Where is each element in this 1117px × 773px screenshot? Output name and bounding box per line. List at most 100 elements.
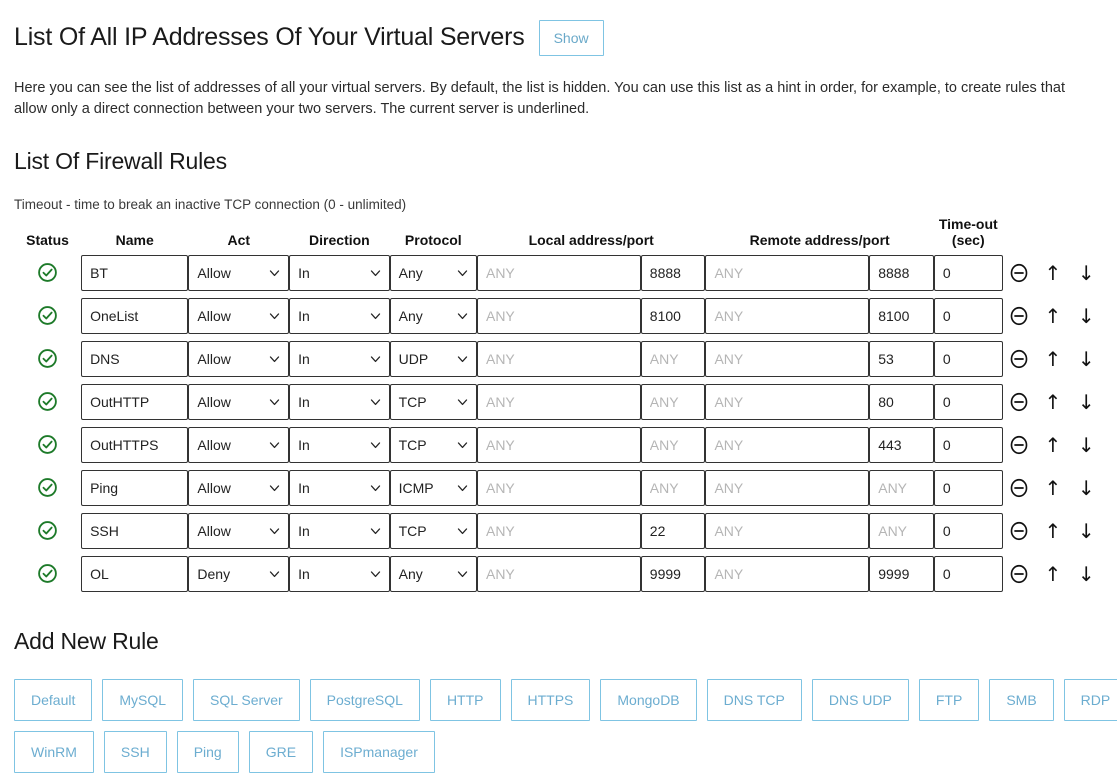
rule-direction-select[interactable]: In — [289, 297, 390, 334]
rule-remote-port-input[interactable] — [869, 469, 934, 506]
check-circle-icon[interactable] — [14, 477, 81, 498]
check-circle-icon[interactable] — [14, 520, 81, 541]
rule-remote-address-input[interactable] — [705, 426, 870, 463]
rule-name-input[interactable] — [81, 297, 189, 334]
rule-direction-select[interactable]: In — [289, 469, 390, 506]
rule-protocol-select[interactable]: ICMP — [389, 469, 477, 506]
preset-rule-button[interactable]: Default — [14, 678, 93, 721]
rule-remote-address-input[interactable] — [705, 512, 870, 549]
rule-direction-select[interactable]: In — [289, 555, 390, 592]
arrow-up-icon[interactable]: ↑ — [1036, 434, 1069, 456]
rule-timeout-input[interactable] — [933, 512, 1003, 549]
minus-circle-icon[interactable] — [1003, 391, 1037, 413]
rule-remote-address-input[interactable] — [705, 383, 870, 420]
rule-local-address-input[interactable] — [476, 340, 641, 377]
arrow-down-icon[interactable]: ↓ — [1070, 348, 1103, 370]
check-circle-icon[interactable] — [14, 391, 81, 412]
rule-name-input[interactable] — [81, 512, 189, 549]
rule-local-address-input[interactable] — [476, 512, 641, 549]
arrow-down-icon[interactable]: ↓ — [1070, 391, 1103, 413]
rule-act-select[interactable]: Allow — [188, 340, 290, 377]
preset-rule-button[interactable]: WinRM — [14, 730, 94, 773]
rule-protocol-select[interactable]: UDP — [389, 340, 477, 377]
arrow-up-icon[interactable]: ↑ — [1036, 520, 1069, 542]
rule-timeout-input[interactable] — [933, 254, 1003, 291]
preset-rule-button[interactable]: PostgreSQL — [309, 678, 420, 721]
preset-rule-button[interactable]: MySQL — [102, 678, 184, 721]
rule-direction-select[interactable]: In — [289, 426, 390, 463]
preset-rule-button[interactable]: HTTP — [429, 678, 501, 721]
arrow-down-icon[interactable]: ↓ — [1070, 477, 1103, 499]
rule-local-port-input[interactable] — [640, 340, 706, 377]
minus-circle-icon[interactable] — [1003, 434, 1037, 456]
rule-direction-select[interactable]: In — [289, 340, 390, 377]
rule-name-input[interactable] — [81, 340, 189, 377]
rule-local-address-input[interactable] — [476, 254, 641, 291]
rule-local-port-input[interactable] — [640, 426, 706, 463]
rule-direction-select[interactable]: In — [289, 383, 390, 420]
check-circle-icon[interactable] — [14, 563, 81, 584]
rule-local-port-input[interactable] — [640, 254, 706, 291]
arrow-down-icon[interactable]: ↓ — [1070, 305, 1103, 327]
rule-remote-address-input[interactable] — [705, 340, 870, 377]
rule-protocol-select[interactable]: TCP — [389, 512, 477, 549]
rule-local-port-input[interactable] — [640, 297, 706, 334]
preset-rule-button[interactable]: ISPmanager — [323, 730, 435, 773]
rule-timeout-input[interactable] — [933, 383, 1003, 420]
rule-name-input[interactable] — [81, 383, 189, 420]
arrow-down-icon[interactable]: ↓ — [1070, 434, 1103, 456]
minus-circle-icon[interactable] — [1003, 348, 1037, 370]
check-circle-icon[interactable] — [14, 305, 81, 326]
rule-act-select[interactable]: Deny — [188, 555, 290, 592]
rule-remote-port-input[interactable] — [869, 383, 934, 420]
rule-local-address-input[interactable] — [476, 426, 641, 463]
arrow-down-icon[interactable]: ↓ — [1070, 563, 1103, 585]
arrow-up-icon[interactable]: ↑ — [1036, 563, 1069, 585]
show-ip-list-button[interactable]: Show — [538, 20, 604, 56]
rule-name-input[interactable] — [81, 254, 189, 291]
rule-direction-select[interactable]: In — [289, 254, 390, 291]
rule-protocol-select[interactable]: TCP — [389, 383, 477, 420]
arrow-down-icon[interactable]: ↓ — [1070, 520, 1103, 542]
rule-protocol-select[interactable]: Any — [389, 254, 477, 291]
rule-remote-port-input[interactable] — [869, 254, 934, 291]
preset-rule-button[interactable]: SQL Server — [193, 678, 300, 721]
rule-act-select[interactable]: Allow — [188, 254, 290, 291]
preset-rule-button[interactable]: RDP — [1063, 678, 1117, 721]
rule-remote-port-input[interactable] — [869, 555, 934, 592]
rule-protocol-select[interactable]: TCP — [389, 426, 477, 463]
rule-act-select[interactable]: Allow — [188, 383, 290, 420]
rule-local-port-input[interactable] — [640, 383, 706, 420]
minus-circle-icon[interactable] — [1003, 520, 1037, 542]
rule-remote-port-input[interactable] — [869, 297, 934, 334]
arrow-up-icon[interactable]: ↑ — [1036, 391, 1069, 413]
arrow-up-icon[interactable]: ↑ — [1036, 348, 1069, 370]
preset-rule-button[interactable]: HTTPS — [510, 678, 591, 721]
rule-remote-address-input[interactable] — [705, 297, 870, 334]
rule-local-port-input[interactable] — [640, 555, 706, 592]
rule-act-select[interactable]: Allow — [188, 426, 290, 463]
arrow-up-icon[interactable]: ↑ — [1036, 262, 1069, 284]
minus-circle-icon[interactable] — [1003, 262, 1037, 284]
minus-circle-icon[interactable] — [1003, 563, 1037, 585]
rule-timeout-input[interactable] — [933, 426, 1003, 463]
rule-remote-port-input[interactable] — [869, 512, 934, 549]
check-circle-icon[interactable] — [14, 348, 81, 369]
rule-remote-port-input[interactable] — [869, 340, 934, 377]
rule-remote-address-input[interactable] — [705, 469, 870, 506]
rule-local-address-input[interactable] — [476, 555, 641, 592]
rule-name-input[interactable] — [81, 426, 189, 463]
preset-rule-button[interactable]: FTP — [918, 678, 980, 721]
rule-name-input[interactable] — [81, 469, 189, 506]
rule-direction-select[interactable]: In — [289, 512, 390, 549]
rule-act-select[interactable]: Allow — [188, 297, 290, 334]
arrow-down-icon[interactable]: ↓ — [1070, 262, 1103, 284]
minus-circle-icon[interactable] — [1003, 477, 1037, 499]
preset-rule-button[interactable]: SMB — [989, 678, 1054, 721]
rule-name-input[interactable] — [81, 555, 189, 592]
rule-local-address-input[interactable] — [476, 469, 641, 506]
rule-local-port-input[interactable] — [640, 512, 706, 549]
preset-rule-button[interactable]: Ping — [176, 730, 239, 773]
rule-local-port-input[interactable] — [640, 469, 706, 506]
rule-timeout-input[interactable] — [933, 297, 1003, 334]
